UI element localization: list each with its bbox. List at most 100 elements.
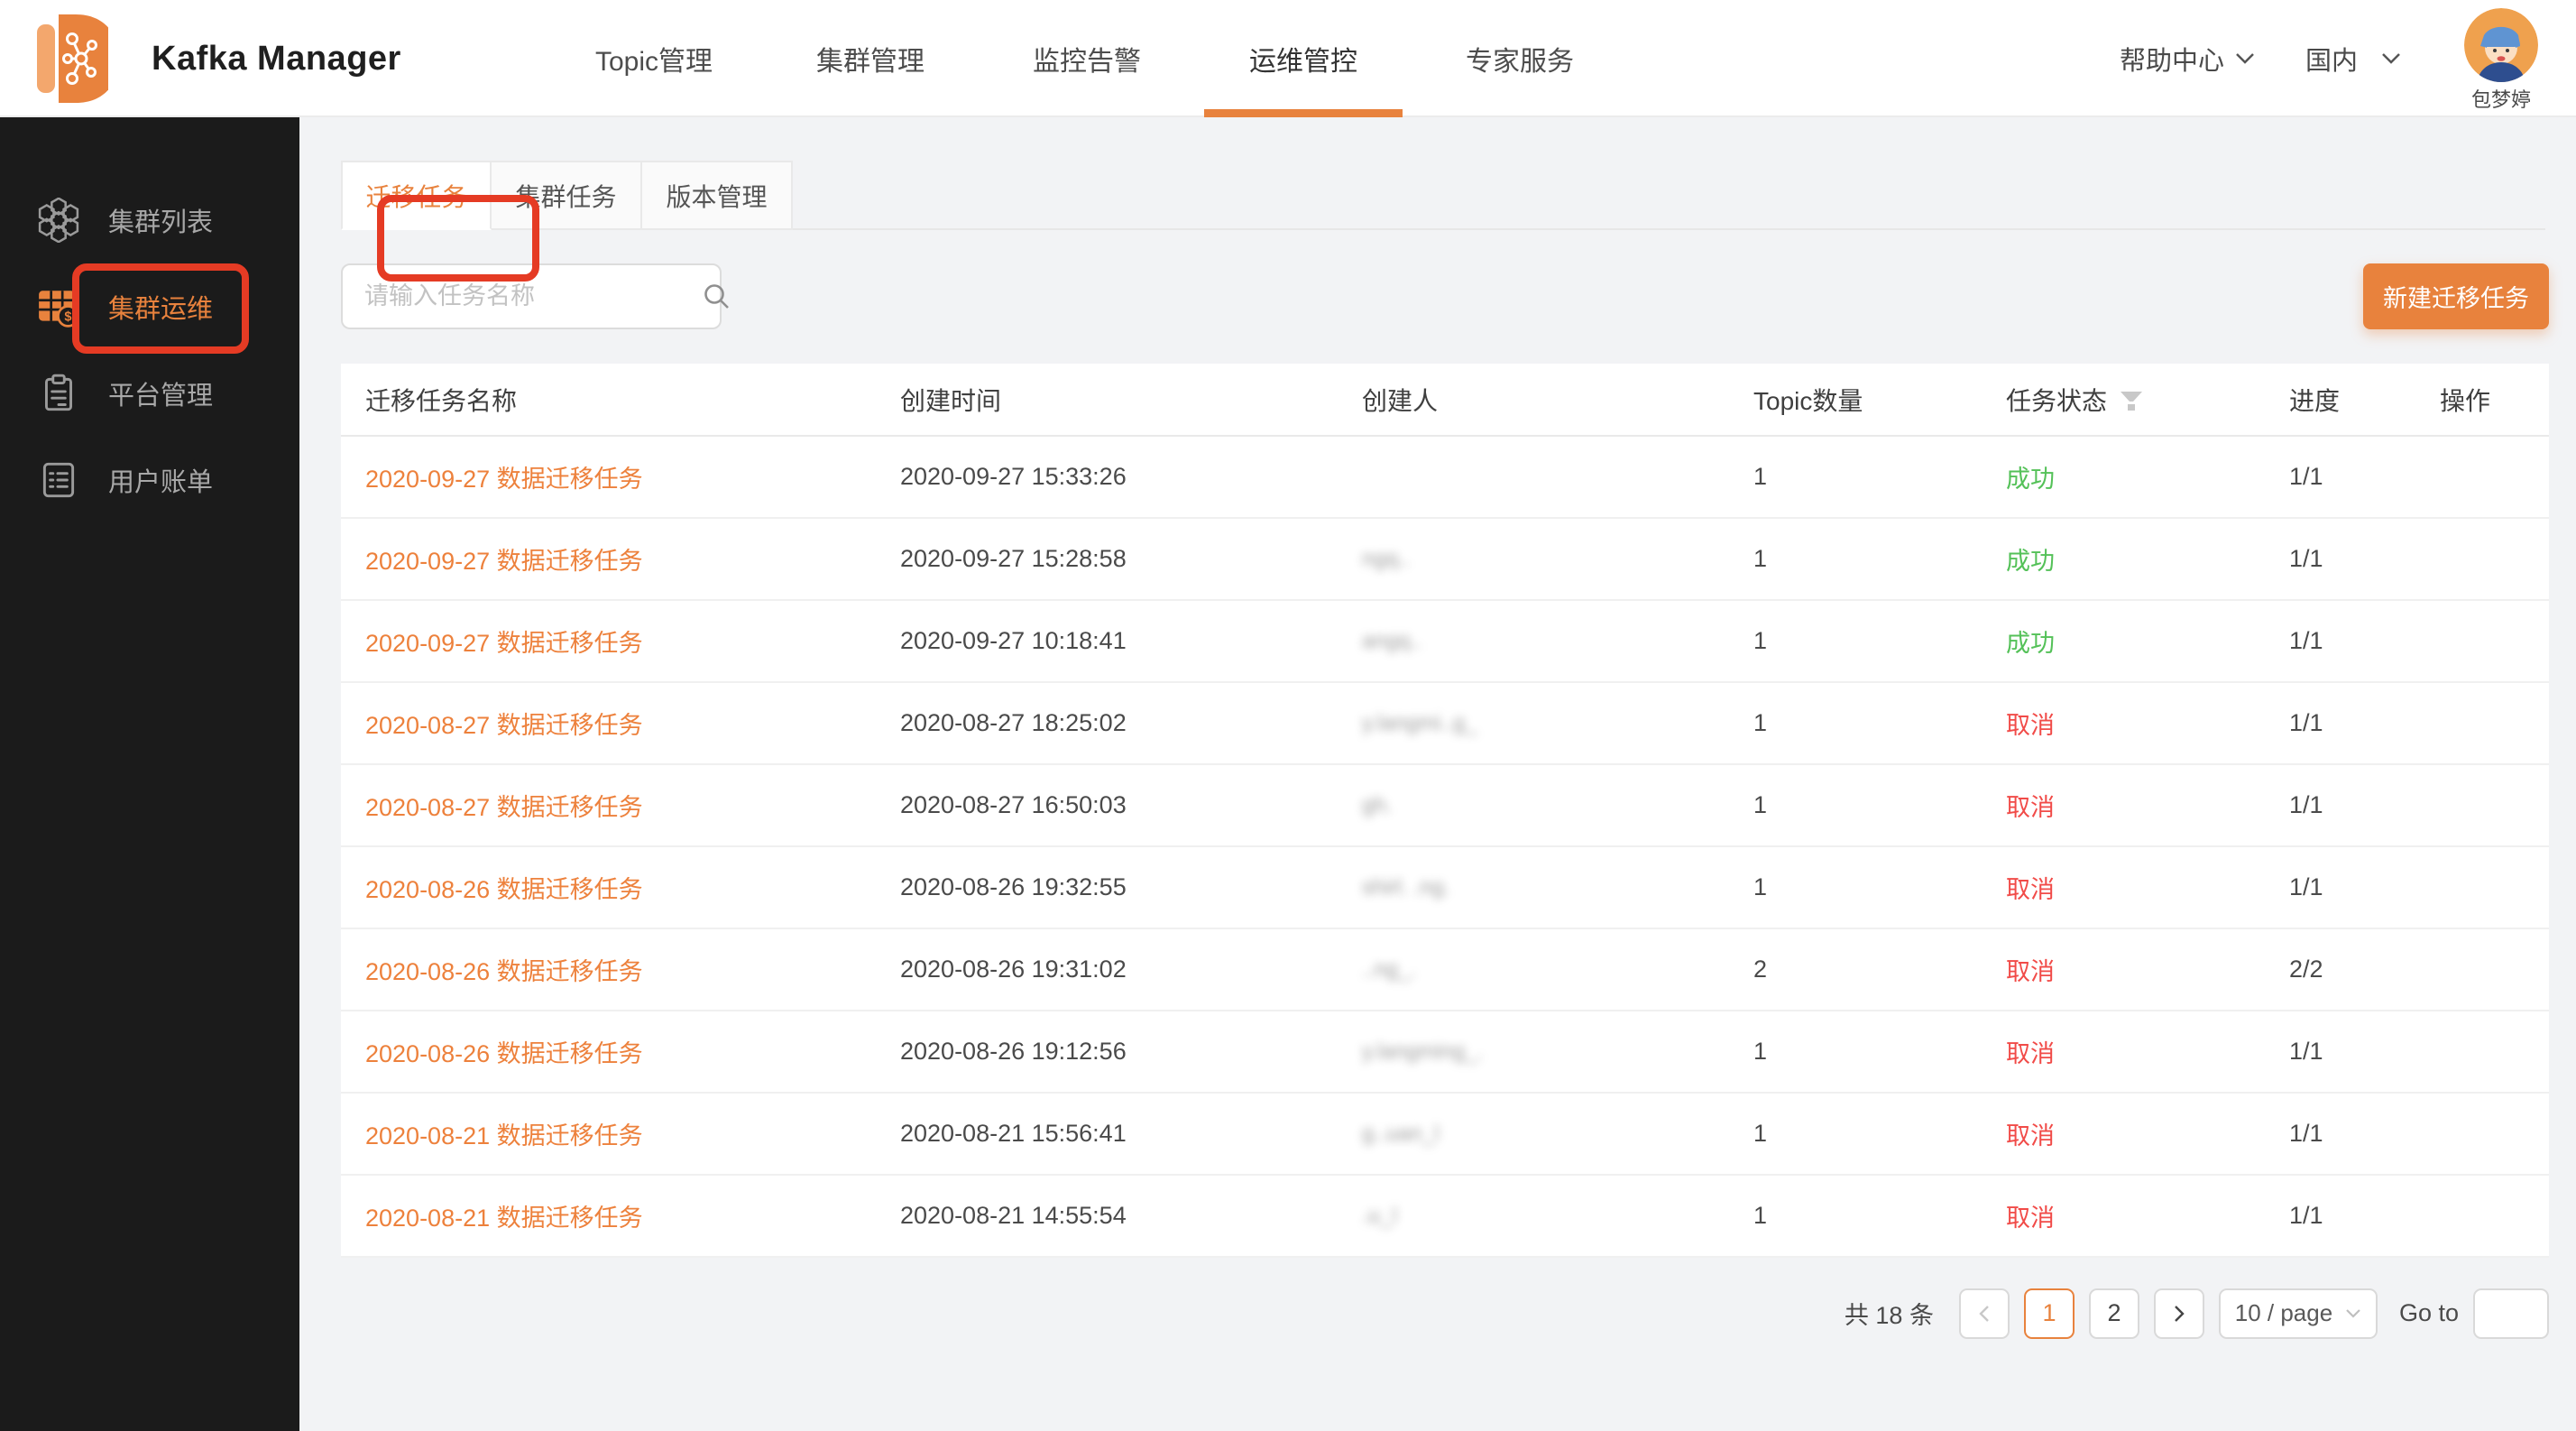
task-status-label: 任务状态 <box>2006 382 2107 418</box>
nav-expert-service[interactable]: 专家服务 <box>1421 0 1619 117</box>
sidebar-item-user-billing[interactable]: 用户账单 <box>0 437 299 523</box>
task-name-link[interactable]: 2020-08-27 数据迁移任务 <box>365 788 643 823</box>
table-row: 2020-08-21 数据迁移任务 2020-08-21 14:55:54 .u… <box>341 1176 2549 1258</box>
creator-cell-redacted: ..ng_. <box>1338 957 1729 983</box>
column-header-created-time: 创建时间 <box>876 382 1338 418</box>
total-count-label: 共 18 条 <box>1845 1296 1934 1331</box>
task-status-cell: 取消 <box>1982 1116 2265 1151</box>
search-icon[interactable] <box>702 282 732 312</box>
created-time-cell: 2020-08-21 15:56:41 <box>876 1120 1338 1148</box>
task-name-link[interactable]: 2020-09-27 数据迁移任务 <box>365 541 643 577</box>
table-row: 2020-08-27 数据迁移任务 2020-08-27 16:50:03 gh… <box>341 765 2549 847</box>
region-selector[interactable]: 国内 <box>2305 40 2401 78</box>
page-size-select[interactable]: 10 / page <box>2219 1288 2378 1339</box>
task-status-cell: 取消 <box>1982 706 2265 741</box>
sidebar-item-label: 用户账单 <box>108 461 213 499</box>
task-name-link[interactable]: 2020-08-27 数据迁移任务 <box>365 706 643 741</box>
chevron-right-icon <box>2173 1305 2185 1323</box>
progress-cell: 1/1 <box>2265 1038 2415 1066</box>
sidebar-item-platform-management[interactable]: 平台管理 <box>0 350 299 437</box>
migration-task-table: 迁移任务名称 创建时间 创建人 Topic数量 任务状态 进度 操作 2020-… <box>341 364 2549 1258</box>
new-migration-task-button[interactable]: 新建迁移任务 <box>2363 263 2549 329</box>
top-bar: Kafka Manager Topic管理 集群管理 监控告警 运维管控 专家服… <box>0 0 2576 117</box>
column-header-progress: 进度 <box>2265 382 2415 418</box>
goto-page-input[interactable] <box>2473 1288 2549 1339</box>
task-name-link[interactable]: 2020-08-21 数据迁移任务 <box>365 1198 643 1233</box>
sidebar-item-cluster-list[interactable]: 集群列表 <box>0 177 299 263</box>
task-name-link[interactable]: 2020-09-27 数据迁移任务 <box>365 459 643 494</box>
topic-count-cell: 1 <box>1729 627 1982 655</box>
clipboard-icon <box>36 371 81 416</box>
task-status-cell: 取消 <box>1982 952 2265 987</box>
creator-cell-redacted: gh. <box>1338 793 1729 818</box>
progress-cell: 1/1 <box>2265 627 2415 655</box>
billing-table-icon: $ <box>36 284 81 329</box>
table-row: 2020-08-26 数据迁移任务 2020-08-26 19:32:55 sh… <box>341 847 2549 929</box>
user-menu[interactable]: 包梦婷 <box>2452 8 2551 113</box>
task-name-link[interactable]: 2020-08-26 数据迁移任务 <box>365 952 643 987</box>
task-status-cell: 取消 <box>1982 1198 2265 1233</box>
task-name-link[interactable]: 2020-08-26 数据迁移任务 <box>365 870 643 905</box>
filter-funnel-icon[interactable] <box>2120 390 2143 413</box>
header-right: 帮助中心 国内 <box>2120 0 2551 117</box>
table-row: 2020-09-27 数据迁移任务 2020-09-27 10:18:41 an… <box>341 601 2549 683</box>
sidebar-item-label: 平台管理 <box>108 374 213 412</box>
main-nav: Topic管理 集群管理 监控告警 运维管控 专家服务 <box>555 0 1619 117</box>
created-time-cell: 2020-08-26 19:31:02 <box>876 956 1338 983</box>
goto-page-label: Go to <box>2399 1299 2459 1327</box>
created-time-cell: 2020-08-27 16:50:03 <box>876 791 1338 819</box>
task-status-cell: 取消 <box>1982 1034 2265 1069</box>
next-page-button[interactable] <box>2154 1288 2204 1339</box>
avatar <box>2464 8 2538 82</box>
table-row: 2020-08-21 数据迁移任务 2020-08-21 15:56:41 g.… <box>341 1094 2549 1176</box>
created-time-cell: 2020-09-27 10:18:41 <box>876 627 1338 655</box>
nav-ops-control[interactable]: 运维管控 <box>1204 0 1403 117</box>
created-time-cell: 2020-09-27 15:28:58 <box>876 545 1338 573</box>
nav-monitor-alert[interactable]: 监控告警 <box>988 0 1186 117</box>
username: 包梦婷 <box>2471 84 2531 113</box>
tab-migration-tasks[interactable]: 迁移任务 <box>341 161 492 230</box>
prev-page-button[interactable] <box>1959 1288 2010 1339</box>
tab-version-management[interactable]: 版本管理 <box>642 161 793 230</box>
chevron-down-icon <box>2235 52 2255 65</box>
table-row: 2020-08-27 数据迁移任务 2020-08-27 18:25:02 y.… <box>341 683 2549 765</box>
creator-cell-redacted: angq.. <box>1338 629 1729 654</box>
progress-cell: 1/1 <box>2265 1120 2415 1148</box>
task-name-link[interactable]: 2020-09-27 数据迁移任务 <box>365 623 643 659</box>
pagination: 共 18 条 1 2 10 / page Go to <box>341 1279 2549 1347</box>
table-row: 2020-08-26 数据迁移任务 2020-08-26 19:31:02 ..… <box>341 929 2549 1011</box>
brand: Kafka Manager <box>34 9 401 108</box>
region-label: 国内 <box>2305 40 2358 78</box>
task-name-link[interactable]: 2020-08-26 数据迁移任务 <box>365 1034 643 1069</box>
nav-topic-management[interactable]: Topic管理 <box>555 0 753 117</box>
progress-cell: 1/1 <box>2265 1202 2415 1230</box>
search-input[interactable] <box>343 265 702 328</box>
topic-count-cell: 1 <box>1729 873 1982 901</box>
topic-count-cell: 1 <box>1729 1202 1982 1230</box>
page-button-1[interactable]: 1 <box>2024 1288 2075 1339</box>
topic-count-cell: 1 <box>1729 463 1982 491</box>
created-time-cell: 2020-08-27 18:25:02 <box>876 709 1338 737</box>
table-row: 2020-09-27 数据迁移任务 2020-09-27 15:28:58 ng… <box>341 519 2549 601</box>
nav-cluster-management[interactable]: 集群管理 <box>771 0 970 117</box>
created-time-cell: 2020-09-27 15:33:26 <box>876 463 1338 491</box>
page-button-2[interactable]: 2 <box>2089 1288 2139 1339</box>
tab-cluster-tasks[interactable]: 集群任务 <box>492 161 642 230</box>
bill-list-icon <box>36 457 81 503</box>
progress-cell: 1/1 <box>2265 545 2415 573</box>
topic-count-cell: 2 <box>1729 956 1982 983</box>
table-body: 2020-09-27 数据迁移任务 2020-09-27 15:33:26 1 … <box>341 437 2549 1258</box>
hexagon-cluster-icon <box>36 198 81 243</box>
column-header-operation: 操作 <box>2415 382 2549 418</box>
table-row: 2020-08-26 数据迁移任务 2020-08-26 19:12:56 y.… <box>341 1011 2549 1094</box>
chevron-left-icon <box>1978 1305 1991 1323</box>
chevron-down-icon <box>2381 52 2401 65</box>
table-header-row: 迁移任务名称 创建时间 创建人 Topic数量 任务状态 进度 操作 <box>341 364 2549 437</box>
content-area: 迁移任务 集群任务 版本管理 新建迁移任务 迁移任务名称 创建时间 创建人 To… <box>299 117 2576 1431</box>
task-name-link[interactable]: 2020-08-21 数据迁移任务 <box>365 1116 643 1151</box>
sidebar-item-cluster-ops[interactable]: $ 集群运维 <box>0 263 299 350</box>
progress-cell: 1/1 <box>2265 463 2415 491</box>
help-center-menu[interactable]: 帮助中心 <box>2120 40 2255 78</box>
task-status-cell: 成功 <box>1982 541 2265 577</box>
created-time-cell: 2020-08-26 19:32:55 <box>876 873 1338 901</box>
